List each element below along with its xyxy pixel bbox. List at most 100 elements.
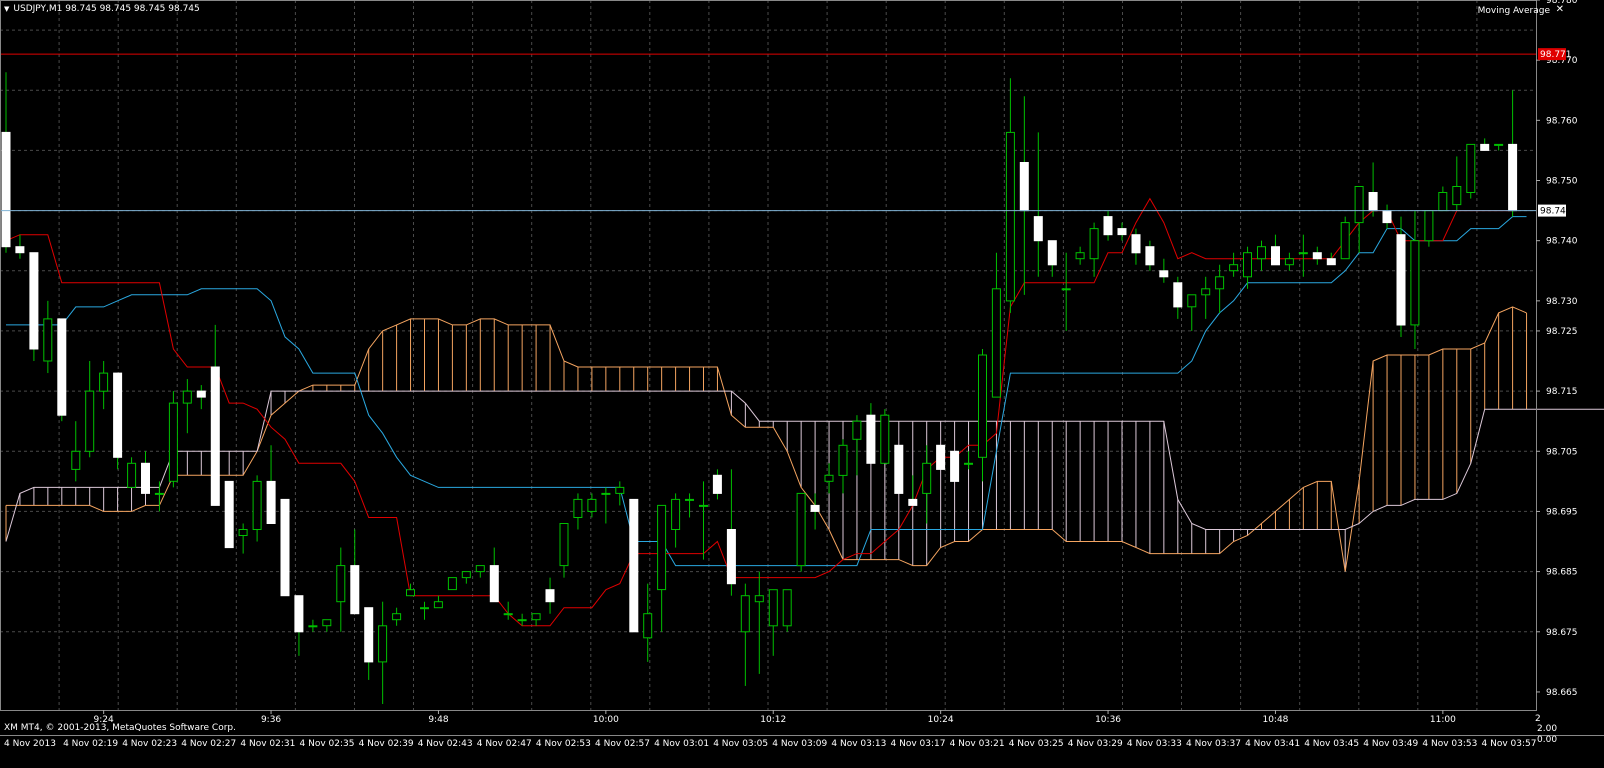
- candle-body: [1173, 282, 1183, 308]
- candle-body: [1201, 288, 1211, 296]
- candle-body: [1340, 222, 1350, 260]
- date-axis-label: 4 Nov 02:47: [477, 739, 532, 749]
- candle-body: [1, 131, 11, 248]
- indicator-label: Moving Average: [1477, 6, 1550, 16]
- candle-body: [99, 372, 109, 392]
- candle-body: [754, 595, 764, 603]
- price-axis-label: 98.695: [1546, 507, 1578, 517]
- copyright-label: XM MT4, © 2001-2013, MetaQuotes Software…: [4, 723, 236, 733]
- candle-body: [559, 523, 569, 567]
- candle-body: [1103, 216, 1113, 236]
- date-axis-label: 4 Nov 03:37: [1186, 739, 1241, 749]
- date-axis-label: 4 Nov 02:31: [240, 739, 295, 749]
- candle-body: [29, 252, 39, 350]
- date-axis-label: 4 Nov 03:33: [1127, 739, 1182, 749]
- candle-body: [1466, 143, 1476, 193]
- candle-body: [517, 619, 527, 622]
- candle-body: [894, 444, 904, 494]
- candle-body: [712, 474, 722, 494]
- candle-body: [1229, 264, 1239, 272]
- sub-axis-value: 0.00: [1537, 735, 1557, 745]
- candle-body: [671, 498, 681, 530]
- date-axis-label: 4 Nov 03:01: [654, 739, 709, 749]
- candle-body: [182, 390, 192, 404]
- close-icon[interactable]: ✕: [1556, 4, 1564, 15]
- candle-body: [420, 607, 429, 610]
- price-axis-label: 98.760: [1546, 116, 1578, 126]
- candle-body: [1298, 252, 1308, 255]
- symbol-quote: USDJPY,M1 98.745 98.745 98.745 98.745: [13, 4, 200, 14]
- date-axis-label: 4 Nov 2013: [4, 739, 56, 749]
- candle-body: [433, 601, 443, 609]
- candle-body: [1410, 240, 1420, 326]
- candle-body: [601, 492, 611, 495]
- candle-body: [950, 450, 960, 482]
- date-axis-label: 4 Nov 02:35: [300, 739, 355, 749]
- price-axis-label: 98.685: [1546, 568, 1578, 578]
- candle-body: [336, 565, 346, 603]
- date-axis-label: 4 Nov 03:49: [1363, 739, 1418, 749]
- candle-body: [294, 595, 304, 633]
- date-axis-label: 4 Nov 03:41: [1245, 739, 1300, 749]
- chart-title: ▼ USDJPY,M1 98.745 98.745 98.745 98.745: [4, 4, 200, 14]
- candle-body: [322, 619, 332, 627]
- price-chart[interactable]: 98.665 98.675 98.685 98.695 98.705 98.715 98.7…: [0, 0, 1604, 768]
- time-axis-label: 10:36: [1095, 715, 1121, 725]
- candle-body: [964, 462, 973, 465]
- candle-body: [1271, 246, 1280, 266]
- candle-body: [629, 498, 639, 633]
- time-axis-label: 9:36: [261, 715, 281, 725]
- candle-body: [1326, 258, 1336, 266]
- candle-body: [503, 613, 513, 616]
- candle-body: [1508, 143, 1518, 212]
- candle-body: [252, 480, 262, 530]
- bid-price-tag-text: 98.745: [1540, 207, 1572, 217]
- candle-body: [57, 318, 67, 416]
- candle-body: [699, 504, 708, 507]
- candle-body: [1075, 252, 1085, 260]
- candle-body: [1159, 270, 1169, 278]
- candle-body: [643, 613, 653, 639]
- candle-body: [1005, 131, 1015, 302]
- price-axis-label: 98.665: [1546, 688, 1578, 698]
- date-axis-label: 4 Nov 03:05: [713, 739, 768, 749]
- date-axis-label: 4 Nov 03:29: [1068, 739, 1123, 749]
- price-axis-label: 98.740: [1546, 237, 1578, 247]
- date-axis-label: 4 Nov 02:43: [418, 739, 473, 749]
- candle-body: [1494, 143, 1504, 146]
- candle-body: [1438, 192, 1448, 212]
- candle-body: [1243, 252, 1252, 278]
- candle-body: [224, 480, 234, 549]
- collapse-arrow-icon[interactable]: ▼: [4, 5, 9, 13]
- sub-axis-label: 2: [1535, 714, 1541, 724]
- candle-body: [210, 366, 220, 506]
- candle-body: [615, 486, 625, 494]
- candle-body: [378, 625, 388, 663]
- candle-body: [406, 589, 415, 597]
- time-axis-label: 11:00: [1430, 715, 1456, 725]
- candle-body: [1354, 186, 1364, 224]
- candle-body: [573, 498, 583, 518]
- date-axis-label: 4 Nov 02:19: [63, 739, 118, 749]
- candle-body: [726, 529, 736, 585]
- candle-body: [685, 498, 694, 501]
- candle-body: [1033, 216, 1043, 242]
- candle-body: [768, 589, 778, 627]
- price-axis-label: 98.715: [1546, 387, 1578, 397]
- candle-body: [1452, 186, 1462, 206]
- price-axis-label: 98.675: [1546, 628, 1578, 638]
- senkou-span-a-line: [6, 306, 1527, 572]
- date-axis-label: 4 Nov 02:57: [595, 739, 650, 749]
- time-axis-label: 9:48: [428, 715, 448, 725]
- candle-body: [308, 625, 318, 628]
- candle-body: [196, 390, 206, 398]
- candle-body: [168, 402, 178, 482]
- date-axis-label: 4 Nov 02:53: [536, 739, 591, 749]
- date-axis-label: 4 Nov 03:45: [1304, 739, 1359, 749]
- price-axis-label: 98.705: [1546, 447, 1578, 457]
- candle-body: [15, 246, 25, 254]
- candle-body: [1019, 162, 1029, 212]
- date-axis-label: 4 Nov 02:27: [181, 739, 236, 749]
- candle-body: [587, 498, 597, 512]
- candle-body: [1424, 210, 1434, 242]
